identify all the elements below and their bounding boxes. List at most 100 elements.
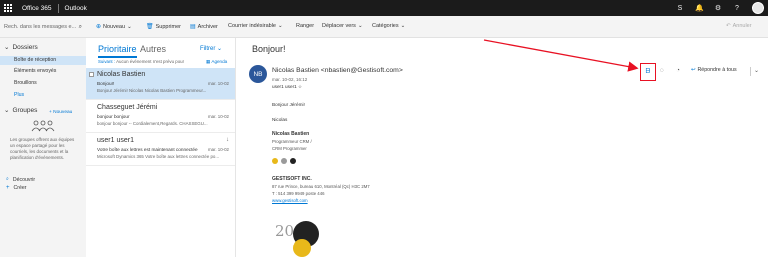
filter-dropdown[interactable]: Filtrer ⌄	[200, 45, 222, 52]
groups-description: Les groupes offrent aux équipes un espac…	[10, 137, 75, 160]
signature-dots	[272, 158, 296, 164]
groups-header[interactable]: ⌄ Groupes	[4, 106, 38, 115]
app-launcher-icon[interactable]	[2, 2, 14, 14]
message-date: mar. 10-02	[208, 147, 229, 152]
message-subject-title: Bonjour!	[252, 44, 286, 54]
signature-name: Nicolas Bastien	[272, 131, 310, 137]
list-item[interactable]: Chasseguet Jérémi bonjour bonjour mar. 1…	[86, 101, 235, 133]
signature-phone: T : 514 399 9949 poste 446	[272, 191, 325, 196]
message-date: mar. 10-02	[208, 114, 229, 119]
search-icon[interactable]: ⌕	[79, 24, 82, 31]
agenda-label: Agenda	[211, 59, 228, 64]
svg-text:20: 20	[275, 222, 294, 240]
new-group-button[interactable]: + Nouveau	[49, 110, 72, 115]
command-bar: Rech. dans les messages e... ⌕ ⊕ Nouveau…	[0, 16, 768, 38]
agenda-link[interactable]: ▦ Agenda	[206, 59, 227, 65]
move-to-button[interactable]: Déplacer vers ⌄	[322, 23, 363, 29]
like-icon[interactable]: ◔	[676, 67, 680, 74]
folder-sent[interactable]: Éléments envoyés	[0, 67, 86, 76]
black-dot	[290, 158, 296, 164]
reading-pane: Bonjour! NB Nicolas Bastien <nbastien@Ge…	[236, 38, 768, 257]
user-avatar[interactable]	[752, 2, 764, 14]
download-icon: ↓	[226, 137, 229, 143]
next-event-banner: Suivant : Aucun événement n'est prévu po…	[98, 59, 184, 64]
delete-button[interactable]: 🗑 Supprimer	[146, 23, 181, 31]
bell-icon[interactable]: 🔔	[695, 4, 704, 12]
message-subject: Bonjour!	[97, 81, 115, 86]
filter-label: Filtrer	[200, 46, 216, 52]
chevron-down-icon: ⌄	[357, 23, 363, 29]
folder-pane: ⌄ Dossiers Boîte de réception Éléments e…	[0, 38, 86, 257]
junk-label: Courrier indésirable	[228, 23, 276, 29]
discover-groups-button[interactable]: ⌕ Découvrir	[6, 176, 35, 183]
message-preview: Microsoft Dynamics 365 Votre boîte aux l…	[97, 154, 220, 159]
delete-label: Supprimer	[155, 23, 181, 30]
yellow-dot	[272, 158, 278, 164]
plus-icon: +	[6, 185, 10, 191]
message-subject: Votre boîte aux lettres est maintenant c…	[97, 147, 198, 152]
help-icon[interactable]: ?	[733, 5, 741, 12]
folders-header[interactable]: ⌄ Dossiers	[4, 43, 38, 52]
signature-address: 87 rue Prince, bureau 610, Montréal (Qc)…	[272, 184, 370, 189]
create-group-button[interactable]: + Créer	[6, 185, 27, 191]
signature-role-fr: Programmeur CRM /	[272, 139, 312, 144]
brand-name[interactable]: Office 365	[22, 5, 52, 12]
trash-icon: 🗑	[146, 24, 154, 30]
message-list: Prioritaire Autres Filtrer ⌄ Suivant : A…	[86, 38, 236, 257]
sweep-button[interactable]: Ranger	[296, 23, 314, 29]
search-input[interactable]: Rech. dans les messages e...	[4, 24, 76, 30]
new-label: Nouveau	[103, 23, 126, 30]
message-checkbox[interactable]	[89, 72, 94, 77]
chevron-down-icon: ⌄	[4, 44, 10, 51]
list-item[interactable]: Nicolas Bastien Bonjour! mar. 10-02 Bonj…	[86, 68, 235, 100]
discover-label: Découvrir	[12, 176, 36, 183]
folder-inbox[interactable]: Boîte de réception	[0, 56, 86, 65]
gray-dot	[281, 158, 287, 164]
folder-drafts[interactable]: Brouillons	[0, 79, 86, 88]
skype-icon[interactable]: S	[676, 5, 684, 12]
brand-divider	[57, 3, 59, 13]
signature-website-link[interactable]: www.gestisoft.com	[272, 198, 308, 203]
message-subject: bonjour bonjour	[97, 114, 130, 119]
list-item[interactable]: user1 user1 ↓ Votre boîte aux lettres es…	[86, 134, 235, 166]
app-name[interactable]: Outlook	[65, 5, 87, 12]
chevron-down-icon: ⌄	[754, 68, 760, 74]
chevron-down-icon: ⌄	[127, 23, 132, 30]
groups-people-icon	[31, 120, 55, 132]
message-preview: bonjour bonjour -- Cordialement,Regards.…	[97, 121, 208, 126]
sender-name[interactable]: Nicolas Bastien <nbastien@Gestisoft.com>	[272, 67, 403, 74]
chevron-down-icon: ⌄	[278, 23, 283, 29]
tab-focused[interactable]: Prioritaire	[98, 44, 137, 58]
dynamics-icon: ᗷ	[645, 68, 651, 75]
chevron-down-icon: ⌄	[4, 107, 10, 114]
archive-button[interactable]: ▤ Archiver	[190, 23, 218, 31]
groups-heading: Groupes	[12, 106, 38, 114]
loading-icon: ◌	[660, 67, 664, 74]
undo-button[interactable]: ↶ Annuler	[726, 23, 752, 29]
dynamics-addin-button[interactable]: ᗷ	[640, 63, 656, 81]
tab-other[interactable]: Autres	[140, 44, 166, 54]
reply-all-button[interactable]: ↩ Répondre à tous	[691, 67, 737, 73]
search-box[interactable]: Rech. dans les messages e... ⌕	[4, 21, 82, 33]
calendar-icon: ▦	[206, 59, 211, 64]
create-label: Créer	[13, 185, 27, 191]
signature-company: GESTISOFT INC.	[272, 176, 312, 182]
message-sender: user1 user1	[97, 137, 134, 144]
undo-icon: ↶	[726, 23, 731, 29]
new-button[interactable]: ⊕ Nouveau ⌄	[96, 23, 132, 31]
chevron-down-icon: ⌄	[400, 23, 406, 29]
folder-more[interactable]: Plus	[0, 91, 86, 100]
archive-label: Archiver	[197, 23, 218, 30]
message-sender: Chasseguet Jérémi	[97, 104, 158, 111]
folders-heading: Dossiers	[12, 43, 38, 51]
gear-icon[interactable]: ⚙	[714, 4, 722, 12]
categories-button[interactable]: Catégories ⌄	[372, 23, 405, 29]
chevron-down-icon: ⌄	[217, 46, 223, 52]
move-label: Déplacer vers	[322, 23, 356, 29]
plus-circle-icon: ⊕	[96, 24, 102, 30]
recipients[interactable]: user1 user1 ☆	[272, 84, 302, 90]
more-actions-dropdown[interactable]: ⌄	[750, 67, 759, 76]
sender-avatar[interactable]: NB	[249, 65, 267, 83]
sweep-label: Ranger	[296, 23, 315, 29]
junk-button[interactable]: Courrier indésirable ⌄	[228, 23, 283, 29]
